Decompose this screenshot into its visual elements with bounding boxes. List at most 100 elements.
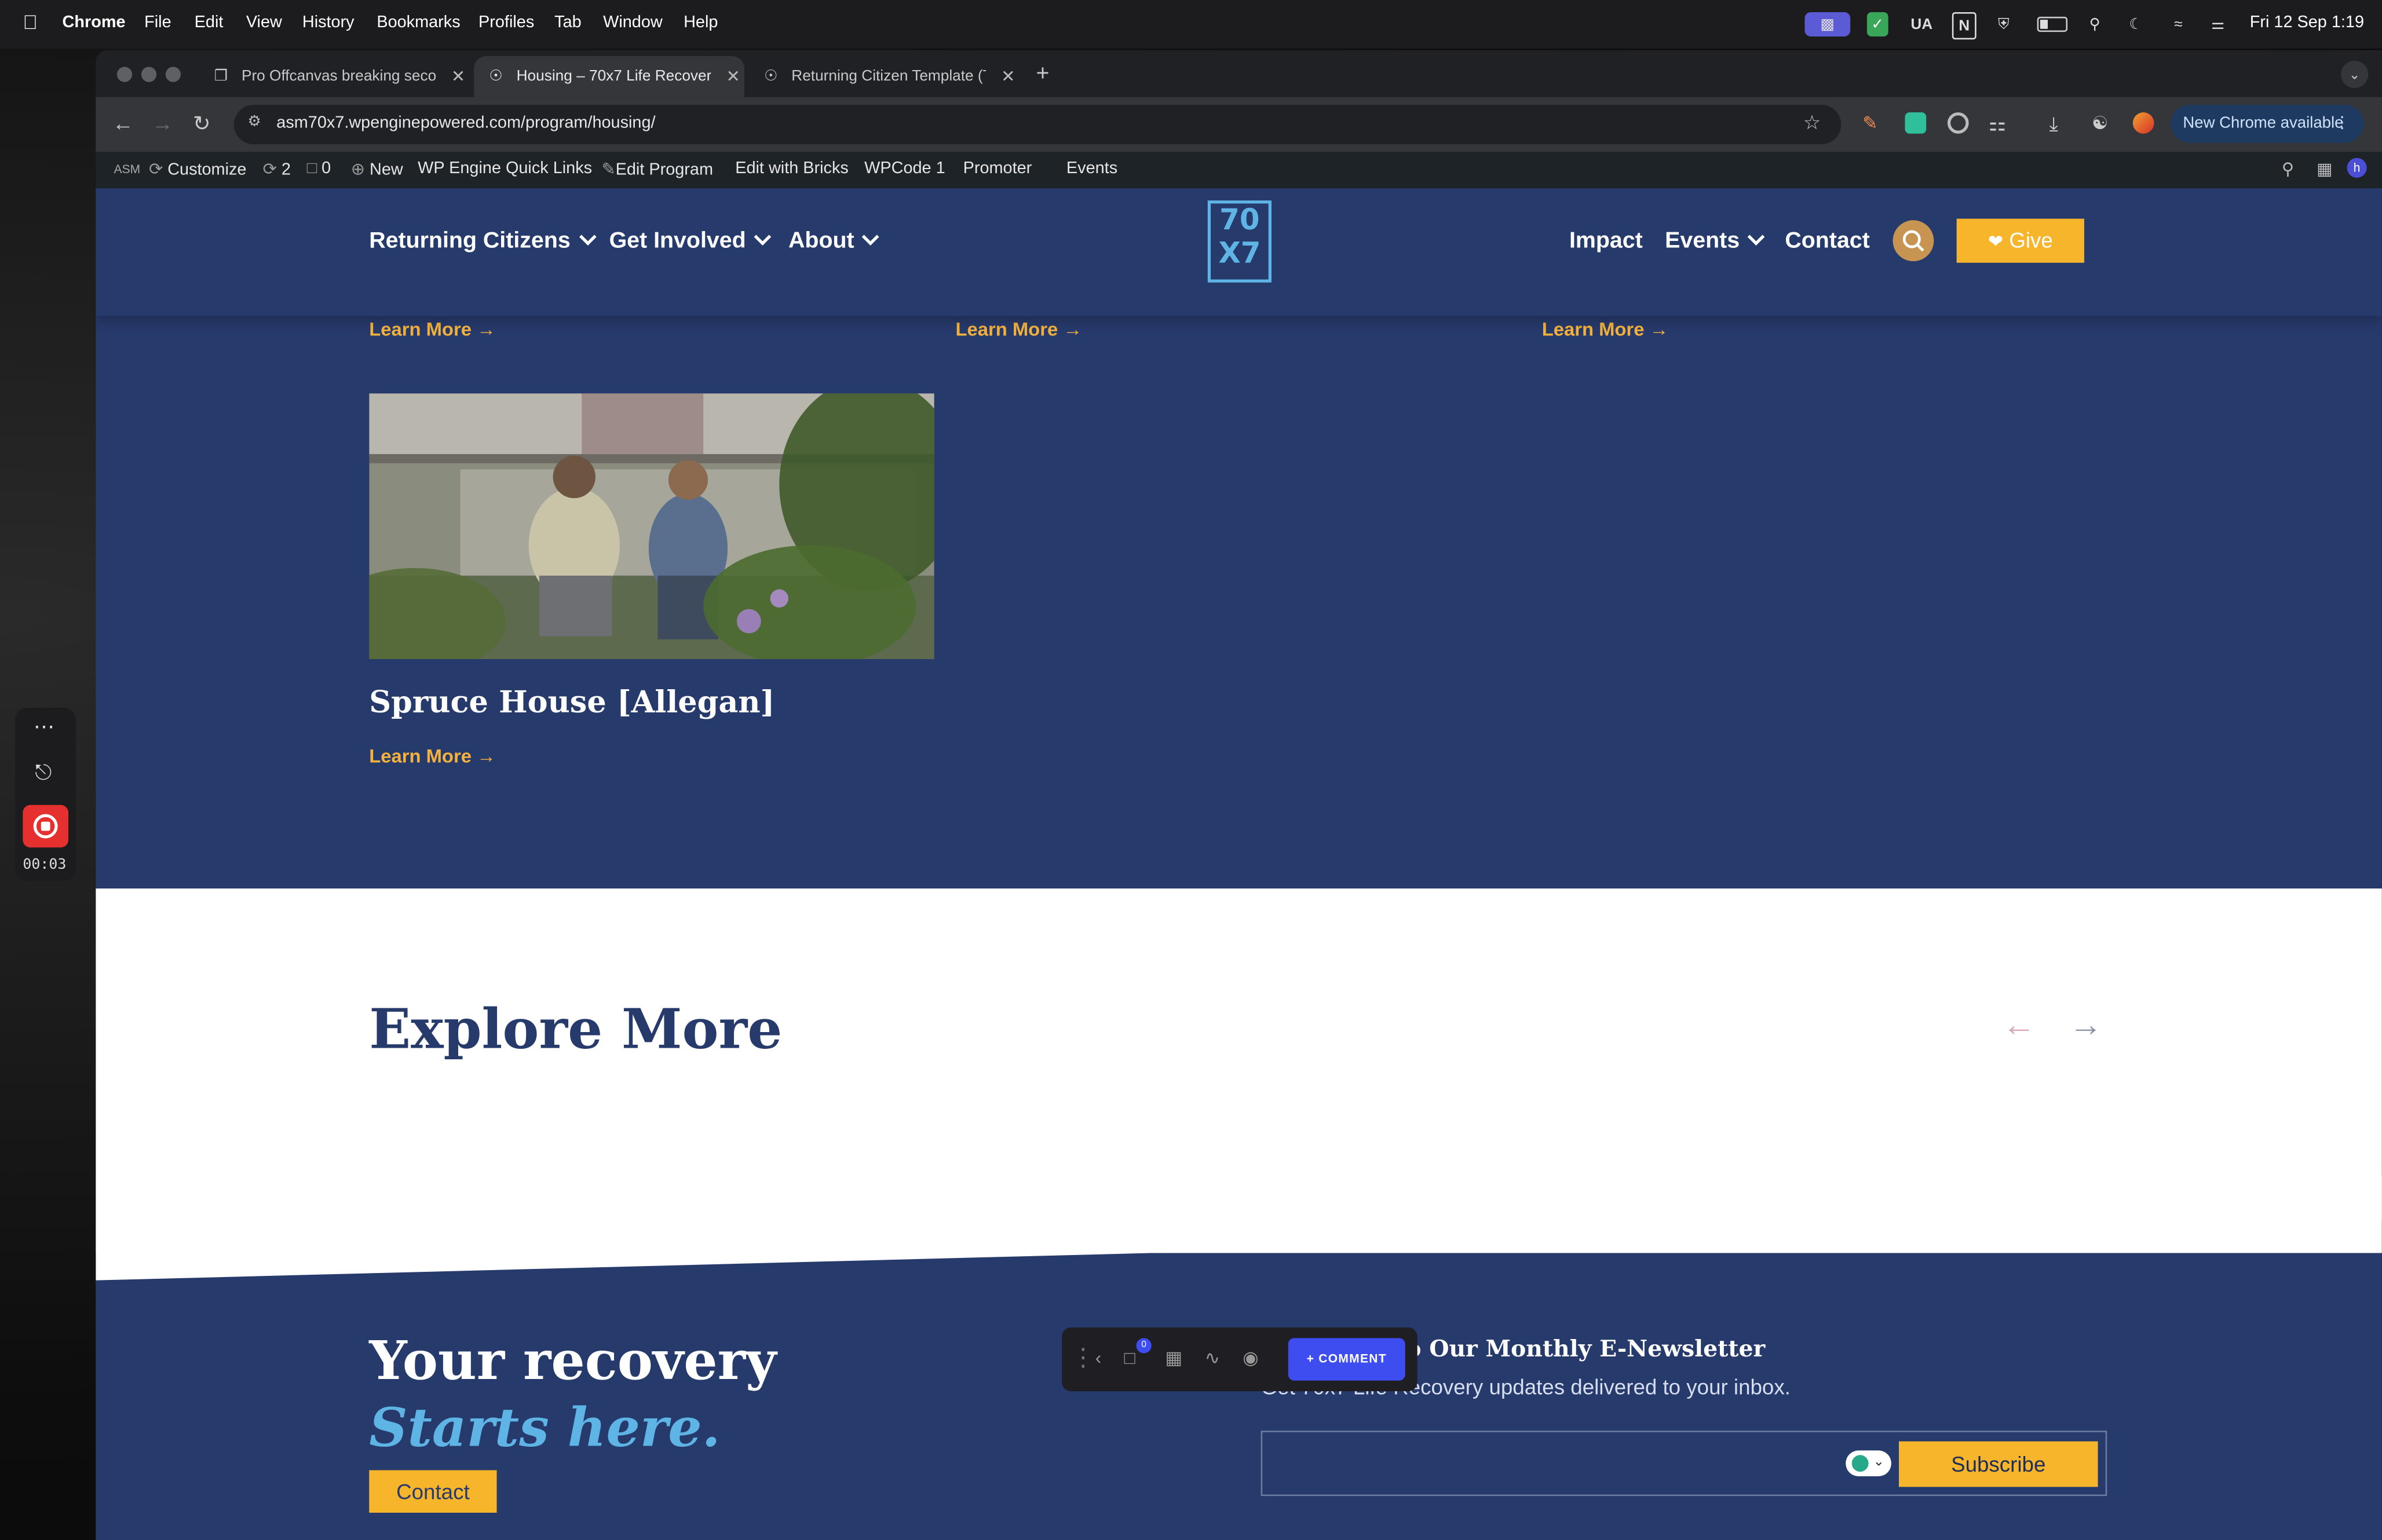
card-title[interactable]: Spruce House [Allegan]: [369, 683, 774, 720]
pencil-extension-icon[interactable]: ✎: [1862, 112, 1884, 134]
carousel-next-arrow-icon[interactable]: →: [2069, 1005, 2103, 1045]
learn-more-link[interactable]: Learn More →: [1542, 319, 1669, 341]
wp-events[interactable]: Events: [1066, 159, 1117, 177]
menu-window[interactable]: Window: [603, 14, 663, 32]
recording-timer: 00:03: [23, 857, 67, 873]
nav-impact[interactable]: Impact: [1569, 228, 1643, 254]
subscribe-button[interactable]: Subscribe: [1899, 1441, 2098, 1487]
green-extension-icon[interactable]: [1905, 112, 1927, 134]
learn-more-label: Learn More: [1541, 319, 1645, 341]
close-tab-icon[interactable]: ✕: [726, 67, 740, 86]
nav-contact[interactable]: Contact: [1785, 228, 1869, 254]
control-center-icon[interactable]: ⚌: [2206, 12, 2230, 36]
menu-file[interactable]: File: [144, 14, 171, 32]
wp-promoter[interactable]: Promoter: [963, 159, 1032, 177]
address-bar[interactable]: ⚙ asm70x7.wpenginepowered.com/program/ho…: [233, 104, 1842, 145]
wp-new-label: New: [369, 160, 403, 180]
menu-profiles[interactable]: Profiles: [478, 14, 534, 32]
spruce-house-photo[interactable]: [369, 393, 934, 660]
give-button[interactable]: ❤ Give: [1956, 218, 2084, 263]
eye-icon[interactable]: ◉: [1243, 1347, 1258, 1369]
drag-handle-icon[interactable]: ⋮: [1071, 1343, 1095, 1373]
menu-app-chrome[interactable]: Chrome: [63, 14, 126, 32]
brush-icon: ⟳: [148, 160, 168, 180]
nav-events[interactable]: Events: [1665, 228, 1765, 254]
url-text[interactable]: asm70x7.wpenginepowered.com/program/hous…: [276, 114, 655, 132]
close-tab-icon[interactable]: ✕: [1001, 67, 1015, 86]
wp-logo-icon[interactable]: ASM: [114, 163, 140, 177]
notion-icon[interactable]: N: [1952, 12, 1977, 40]
dots-grid-icon[interactable]: ⋯: [34, 714, 55, 740]
window-minimize-button[interactable]: [141, 67, 157, 82]
site-info-icon[interactable]: ⚙: [247, 114, 261, 131]
tray-app-icon[interactable]: ✓: [1866, 12, 1888, 36]
learn-more-label: Learn More: [369, 319, 472, 341]
activity-icon[interactable]: ∿: [1205, 1347, 1220, 1369]
learn-more-link[interactable]: Learn More →: [369, 746, 496, 767]
site-search-button[interactable]: [1893, 220, 1934, 262]
back-arrow-icon[interactable]: ←: [112, 111, 134, 135]
wp-customize[interactable]: ⟳ Customize: [149, 159, 246, 179]
menu-history[interactable]: History: [302, 14, 355, 32]
kebab-menu-icon[interactable]: ⋮: [2334, 105, 2350, 143]
clock[interactable]: Fri 12 Sep 1:19: [2250, 14, 2364, 32]
wifi-icon[interactable]: ≈: [2168, 12, 2189, 36]
menu-tab[interactable]: Tab: [554, 14, 582, 32]
grid-icon[interactable]: ▦: [1165, 1347, 1182, 1369]
battery-icon[interactable]: [2036, 12, 2069, 36]
new-tab-plus-icon[interactable]: +: [1036, 61, 1049, 87]
window-zoom-button[interactable]: [165, 67, 181, 82]
tab-search-chevron-icon[interactable]: ⌄: [2341, 60, 2369, 89]
bookmark-star-icon[interactable]: ☆: [1803, 111, 1821, 135]
carousel-prev-arrow-icon[interactable]: ←: [2002, 1005, 2036, 1045]
tab-returning-citizen[interactable]: ☉ Returning Citizen Template (T ✕: [749, 56, 1022, 97]
add-comment-button[interactable]: + COMMENT: [1288, 1338, 1405, 1381]
mic-muted-icon[interactable]: ⎋: [35, 759, 52, 785]
nav-returning-citizens[interactable]: Returning Citizens: [369, 228, 596, 254]
reload-icon[interactable]: ↻: [193, 111, 211, 137]
wp-user-avatar[interactable]: h: [2347, 158, 2367, 178]
learn-more-link[interactable]: Learn More →: [955, 319, 1082, 341]
close-tab-icon[interactable]: ✕: [451, 67, 465, 86]
forward-arrow-icon[interactable]: →: [152, 111, 173, 135]
wp-wpcode[interactable]: WPCode 1: [864, 159, 945, 177]
wp-grid-icon[interactable]: ▦: [2317, 159, 2332, 179]
nav-get-involved[interactable]: Get Involved: [609, 228, 772, 254]
wp-comments[interactable]: □ 0: [307, 159, 331, 177]
site-logo[interactable]: 70 X7: [1207, 200, 1272, 283]
profile-avatar[interactable]: [2132, 112, 2154, 134]
tab-housing[interactable]: ☉ Housing – 70x7 Life Recovery ✕: [474, 56, 744, 97]
wp-new[interactable]: ⊕ New: [351, 159, 403, 179]
tab-pro-offcanvas[interactable]: ❐ Pro Offcanvas breaking secon ✕: [199, 56, 467, 97]
footer-contact-button[interactable]: Contact: [369, 1470, 497, 1513]
wp-updates[interactable]: ⟳ 2: [263, 159, 291, 179]
apple-icon[interactable]: : [23, 10, 38, 33]
window-close-button[interactable]: [116, 67, 133, 82]
wp-engine-quick-links[interactable]: WP Engine Quick Links: [418, 159, 592, 177]
download-icon[interactable]: ⤓: [2049, 112, 2071, 135]
wp-search-icon[interactable]: ⚲: [2282, 159, 2294, 179]
menu-edit[interactable]: Edit: [195, 14, 224, 32]
screen-share-icon[interactable]: ▩: [1804, 12, 1851, 36]
spotlight-search-icon[interactable]: ⚲: [2084, 12, 2106, 36]
comments-icon[interactable]: □: [1124, 1347, 1135, 1369]
performance-icon[interactable]: ☯: [2092, 112, 2113, 134]
nav-returning-label: Returning Citizens: [369, 228, 571, 254]
menu-bookmarks[interactable]: Bookmarks: [377, 14, 460, 32]
wp-edit-with-bricks[interactable]: Edit with Bricks: [735, 159, 849, 177]
learn-more-link[interactable]: Learn More →: [369, 319, 496, 341]
chevron-left-icon[interactable]: ‹: [1095, 1347, 1101, 1369]
moon-icon[interactable]: ☾: [2125, 12, 2147, 36]
recovery-subheading: Starts here.: [369, 1397, 721, 1460]
stop-recording-button[interactable]: [23, 804, 69, 848]
wp-edit-program[interactable]: ✎Edit Program: [601, 159, 713, 179]
circle-extension-icon[interactable]: [1947, 112, 1969, 134]
menu-help[interactable]: Help: [684, 14, 718, 32]
puzzle-extensions-icon[interactable]: ⚏: [1989, 112, 2010, 135]
menu-view[interactable]: View: [246, 14, 282, 32]
input-source[interactable]: UA: [1906, 12, 1937, 36]
shield-icon[interactable]: ⛨: [1993, 12, 2015, 36]
password-manager-icon[interactable]: ⌄: [1846, 1450, 1891, 1476]
new-chrome-available-button[interactable]: New Chrome available ⋮: [2171, 104, 2364, 143]
nav-about[interactable]: About: [788, 228, 880, 254]
